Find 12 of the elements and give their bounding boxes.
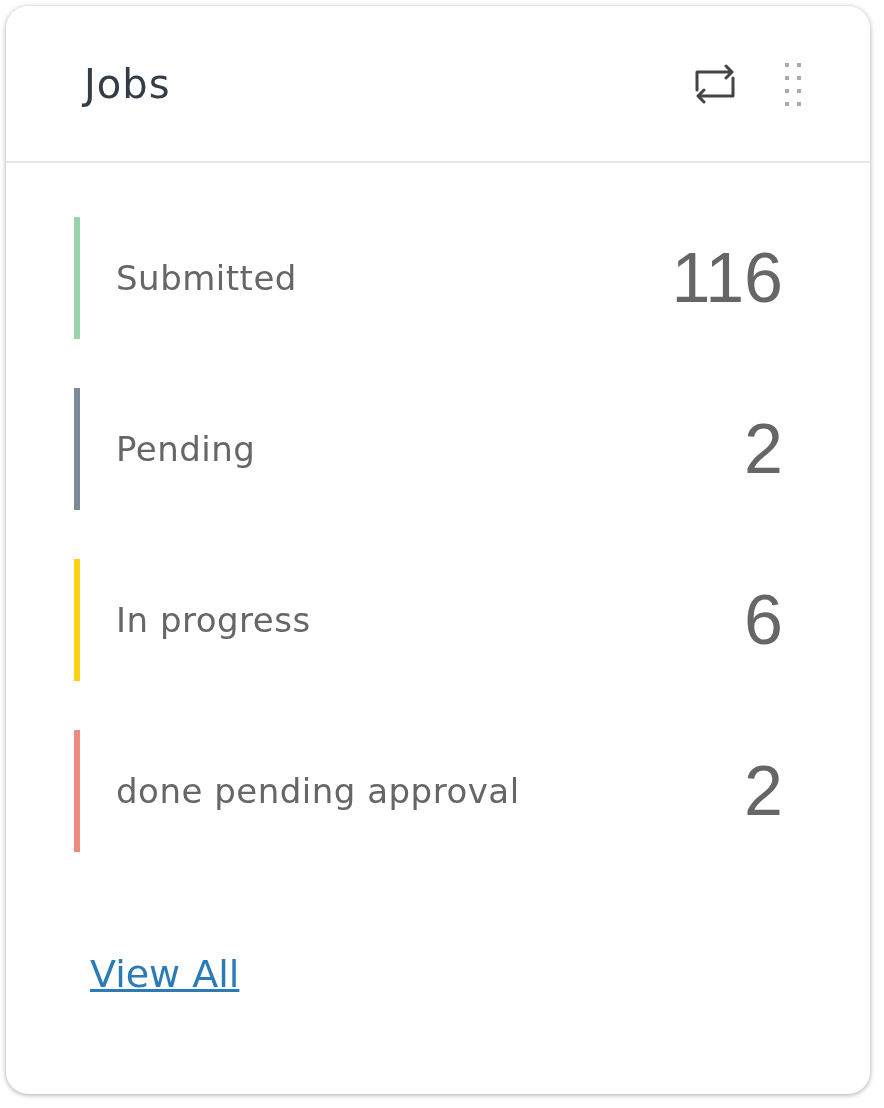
view-all-link[interactable]: View All xyxy=(90,952,240,996)
status-label: Pending xyxy=(116,429,257,469)
refresh-icon[interactable] xyxy=(694,63,736,104)
status-label: In progress xyxy=(116,600,312,640)
drag-handle-icon[interactable] xyxy=(784,61,802,106)
status-count: 6 xyxy=(744,580,783,660)
status-count: 2 xyxy=(744,751,783,831)
status-label: Submitted xyxy=(116,258,298,298)
status-count: 116 xyxy=(671,238,783,318)
status-label: done pending approval xyxy=(116,771,521,811)
status-count: 2 xyxy=(744,409,783,489)
card-title: Jobs xyxy=(84,60,172,107)
